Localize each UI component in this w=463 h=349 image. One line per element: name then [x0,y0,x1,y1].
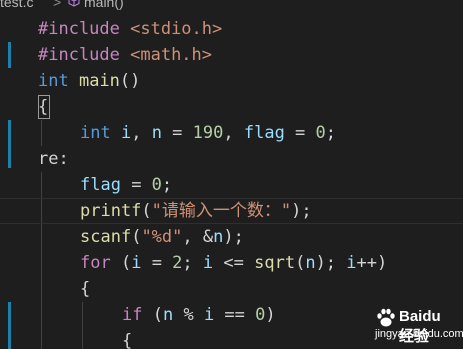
code-token: ) [265,305,276,325]
code-token: int [80,123,121,143]
code-token: ( [142,305,163,325]
code-token: if [122,305,143,325]
code-line-text: #include <math.h> [38,42,212,68]
code-line-text: if (n % i == 0) [122,302,276,328]
code-line[interactable]: int i, n = 190, flag = 0; [0,120,463,146]
code-token: ); [291,201,312,221]
code-token: { [80,279,91,299]
code-line[interactable]: for (i = 2; i <= sqrt(n); i++) [0,250,463,276]
code-token: { [122,331,133,349]
code-token: == [214,305,256,325]
code-token: #include [38,45,131,65]
code-token: ; [182,253,203,273]
code-token: for [80,253,111,273]
code-line[interactable]: { [0,276,463,302]
code-line-text: re: [38,146,69,172]
code-token: = [141,253,173,273]
code-token: 0 [315,123,326,143]
code-token: ++) [356,253,388,273]
code-line[interactable]: printf("请输入一个数："); [0,198,463,224]
code-line-text: int main() [38,68,140,94]
code-token: ( [141,201,152,221]
code-token: n [305,253,316,273]
code-token: sqrt [254,253,296,273]
code-token: ( [295,253,306,273]
code-token: "%d" [141,227,183,247]
code-token: scanf [80,227,132,247]
code-token: 0 [151,175,162,195]
watermark-url: jingyan.baidu.com [375,328,463,340]
code-token: ( [131,227,142,247]
code-token: = [120,175,152,195]
code-token: int [38,71,79,91]
code-token: main [78,71,120,91]
code-line-text: #include <stdio.h> [38,16,222,42]
code-token: ; [325,123,337,143]
code-line-text: { [80,276,90,302]
code-line-text: for (i = 2; i <= sqrt(n); i++) [80,250,387,276]
code-token: , [131,123,152,143]
code-line[interactable]: int main() [0,68,463,94]
code-token: flag [243,123,285,143]
code-token: printf [80,201,142,221]
code-token: i [203,305,215,325]
code-token: "请输入一个数：" [151,201,292,221]
code-line[interactable]: scanf("%d", &n); [0,224,463,250]
code-token: ; [161,175,173,195]
baidu-paw-icon [377,308,395,327]
code-token: = [161,123,193,143]
code-line[interactable]: #include <math.h> [0,42,463,68]
code-token: flag [80,175,121,195]
code-line-text: printf("请输入一个数："); [80,198,312,224]
code-token: 0 [255,305,266,325]
code-token: { [38,97,49,117]
code-line[interactable]: flag = 0; [0,172,463,198]
code-token: n [151,123,162,143]
code-line-text: { [38,94,48,120]
code-token: ); [223,227,244,247]
code-token: i [120,123,132,143]
code-token: n [213,227,224,247]
code-token: <= [213,253,255,273]
code-token: % [173,305,204,325]
code-token: #include [38,19,131,39]
code-token: n [162,305,174,325]
code-token: ( [110,253,132,273]
code-line-text: int i, n = 190, flag = 0; [80,120,336,146]
code-token: () [119,71,141,91]
code-token: <math.h> [130,45,213,65]
code-line[interactable]: { [0,94,463,120]
code-line-text: { [122,328,132,349]
code-token: re: [38,149,69,169]
code-token: , & [182,227,214,247]
code-line-text: scanf("%d", &n); [80,224,244,250]
code-token: , [223,123,244,143]
watermark-brand: Baidu 经验 [399,308,441,345]
code-token: <stdio.h> [130,19,223,39]
code-line[interactable]: #include <stdio.h> [0,16,463,42]
code-editor[interactable]: #include <stdio.h> #include <math.h> int m… [0,0,463,349]
code-token: i [131,253,142,273]
code-token: 2 [172,253,183,273]
code-line-text: flag = 0; [80,172,172,198]
code-token: i [346,253,357,273]
code-line[interactable]: re: [0,146,463,172]
code-token: i [202,253,214,273]
code-token: ); [315,253,347,273]
baidu-watermark: Baidu 经验 jingyan.baidu.com [373,305,463,345]
code-token: 190 [192,123,224,143]
code-token: = [284,123,316,143]
